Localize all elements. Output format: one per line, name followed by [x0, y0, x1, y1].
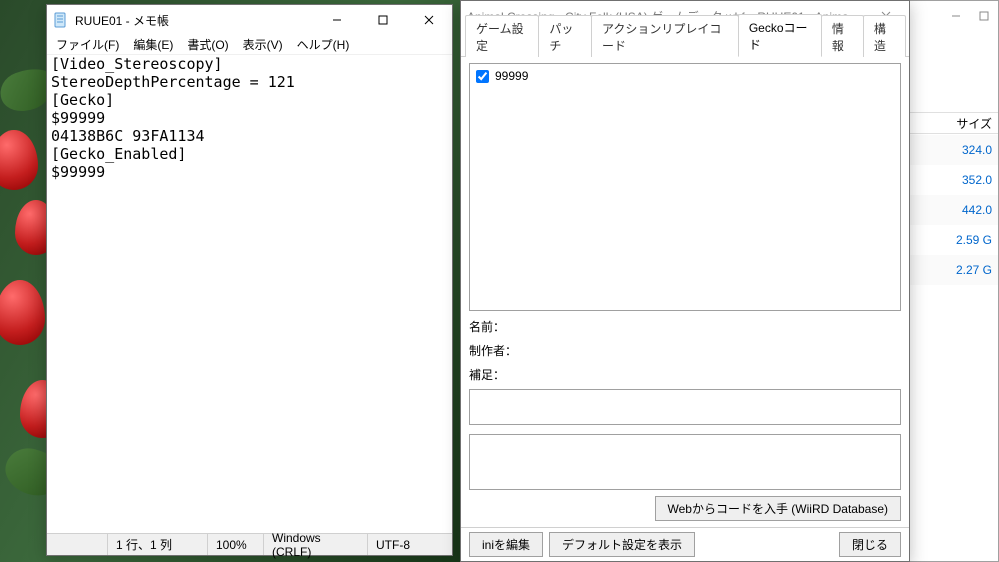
show-defaults-button[interactable]: デフォルト設定を表示 [549, 532, 695, 557]
gecko-code-list[interactable]: 99999 [469, 63, 901, 311]
notepad-menubar: ファイル(F) 編集(E) 書式(O) 表示(V) ヘルプ(H) [47, 35, 452, 54]
status-position: 1 行、1 列 [107, 534, 207, 555]
minimize-button[interactable] [942, 1, 970, 31]
size-values: 324.0 352.0 442.0 2.59 G 2.27 G [910, 135, 998, 285]
tab-structure[interactable]: 構造 [863, 15, 906, 57]
code-textarea[interactable] [469, 434, 901, 490]
background-list-window: サイズ 324.0 352.0 442.0 2.59 G 2.27 G [909, 0, 999, 562]
gecko-code-item[interactable]: 99999 [474, 68, 896, 84]
row-note: 補足： [469, 365, 901, 383]
note-field-wrap [469, 389, 901, 428]
minimize-button[interactable] [314, 5, 360, 35]
tab-patch[interactable]: パッチ [538, 15, 592, 57]
maximize-button[interactable] [360, 5, 406, 35]
size-value[interactable]: 2.27 G [910, 255, 998, 285]
row-name: 名前： [469, 317, 901, 335]
notepad-window: RUUE01 - メモ帳 ファイル(F) 編集(E) 書式(O) 表示(V) ヘ… [46, 4, 453, 556]
gecko-tab-body: 99999 名前： 制作者： 補足： Webからコードを入手 (WiiRD Da… [461, 57, 909, 527]
status-zoom: 100% [207, 534, 263, 555]
properties-footer: iniを編集 デフォルト設定を表示 閉じる [461, 527, 909, 561]
menu-file[interactable]: ファイル(F) [49, 34, 126, 55]
label-author: 制作者： [469, 342, 521, 359]
menu-edit[interactable]: 編集(E) [126, 34, 180, 55]
game-properties-window: Animal Crossing - City Folk (USA) ゲームデータ… [460, 0, 910, 562]
notepad-statusbar: 1 行、1 列 100% Windows (CRLF) UTF-8 [47, 533, 452, 555]
note-textarea[interactable] [469, 389, 901, 425]
berry-decor [0, 280, 45, 345]
notepad-textarea[interactable]: [Video_Stereoscopy] StereoDepthPercentag… [47, 54, 452, 533]
tab-ar-codes[interactable]: アクションリプレイコード [591, 15, 739, 57]
size-value[interactable]: 442.0 [910, 195, 998, 225]
size-value[interactable]: 352.0 [910, 165, 998, 195]
notepad-title: RUUE01 - メモ帳 [75, 12, 314, 29]
tab-gecko-codes[interactable]: Geckoコード [738, 14, 822, 57]
close-button[interactable] [406, 5, 452, 35]
properties-tabbar: ゲーム設定 パッチ アクションリプレイコード Geckoコード 情報 構造 [461, 31, 909, 57]
row-author: 制作者： [469, 341, 901, 359]
status-eol: Windows (CRLF) [263, 534, 367, 555]
label-name: 名前： [469, 318, 521, 335]
tab-info[interactable]: 情報 [821, 15, 864, 57]
gecko-code-label: 99999 [495, 69, 528, 83]
web-fetch-button[interactable]: Webからコードを入手 (WiiRD Database) [655, 496, 901, 521]
size-value[interactable]: 2.59 G [910, 225, 998, 255]
notepad-titlebar[interactable]: RUUE01 - メモ帳 [47, 5, 452, 35]
bgwin-titlebar[interactable] [910, 1, 998, 31]
column-header-size[interactable]: サイズ [910, 112, 998, 134]
gecko-code-checkbox[interactable] [476, 70, 489, 83]
berry-decor [0, 130, 38, 190]
label-note: 補足： [469, 366, 521, 383]
size-value[interactable]: 324.0 [910, 135, 998, 165]
maximize-button[interactable] [970, 1, 998, 31]
status-encoding: UTF-8 [367, 534, 452, 555]
menu-format[interactable]: 書式(O) [180, 34, 235, 55]
status-spacer [47, 534, 107, 555]
menu-help[interactable]: ヘルプ(H) [290, 34, 357, 55]
edit-ini-button[interactable]: iniを編集 [469, 532, 543, 557]
close-dialog-button[interactable]: 閉じる [839, 532, 901, 557]
tab-game-settings[interactable]: ゲーム設定 [465, 15, 539, 57]
menu-view[interactable]: 表示(V) [236, 34, 290, 55]
notepad-icon [53, 12, 69, 28]
